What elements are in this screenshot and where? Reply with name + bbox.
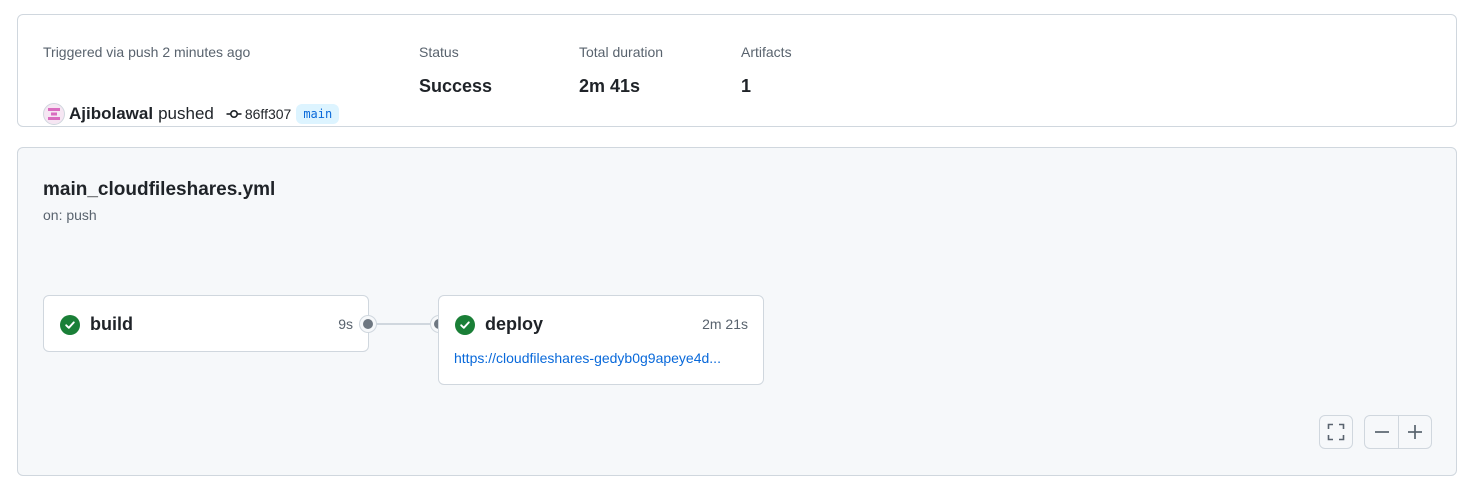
success-check-icon xyxy=(455,314,475,335)
run-summary-card: Triggered via push 2 minutes ago Ajibola… xyxy=(17,14,1457,127)
zoom-out-button[interactable] xyxy=(1365,416,1398,448)
artifacts-value[interactable]: 1 xyxy=(741,75,751,97)
trigger-row: Ajibolawal pushed 86ff307 main xyxy=(43,102,340,126)
job-duration: 9s xyxy=(338,316,353,332)
duration-label: Total duration xyxy=(579,44,664,60)
workflow-graph-panel: main_cloudfileshares.yml on: push build … xyxy=(17,147,1457,476)
artifacts-column: Artifacts 1 xyxy=(741,44,792,96)
git-commit-icon xyxy=(226,106,242,122)
duration-column: Total duration 2m 41s xyxy=(579,44,664,96)
job-build[interactable]: build 9s xyxy=(43,295,369,352)
connector-output-dot xyxy=(360,316,376,332)
workflow-trigger: on: push xyxy=(43,207,97,223)
status-value: Success xyxy=(419,76,493,96)
status-column: Status Success xyxy=(419,44,492,96)
plus-icon xyxy=(1408,425,1422,439)
trigger-label: Triggered via push 2 minutes ago xyxy=(43,44,251,60)
fullscreen-icon xyxy=(1327,423,1345,441)
artifacts-label: Artifacts xyxy=(741,44,792,60)
job-connector-line xyxy=(369,323,439,325)
zoom-controls xyxy=(1364,415,1432,449)
workflow-file-name: main_cloudfileshares.yml xyxy=(43,179,276,200)
avatar-identicon-icon xyxy=(48,108,60,120)
job-header: build xyxy=(60,314,133,335)
job-deploy[interactable]: deploy 2m 21s https://cloudfileshares-ge… xyxy=(438,295,764,385)
action-text: pushed xyxy=(158,104,214,123)
fullscreen-button[interactable] xyxy=(1319,415,1353,449)
avatar[interactable] xyxy=(43,103,65,125)
status-label: Status xyxy=(419,44,459,60)
trigger-column: Triggered via push 2 minutes ago Ajibola… xyxy=(43,44,340,125)
zoom-in-button[interactable] xyxy=(1398,416,1431,448)
deployment-url-link[interactable]: https://cloudfileshares-gedyb0g9apeye4d.… xyxy=(454,350,749,366)
commit-sha-link[interactable]: 86ff307 xyxy=(245,106,291,122)
job-duration: 2m 21s xyxy=(702,316,748,332)
branch-badge[interactable]: main xyxy=(296,104,340,124)
job-name: build xyxy=(90,314,133,334)
duration-value: 2m 41s xyxy=(579,76,641,96)
job-header: deploy xyxy=(455,314,543,335)
success-check-icon xyxy=(60,314,80,335)
actor-link[interactable]: Ajibolawal xyxy=(69,104,153,124)
minus-icon xyxy=(1374,431,1389,433)
job-name: deploy xyxy=(485,314,544,334)
